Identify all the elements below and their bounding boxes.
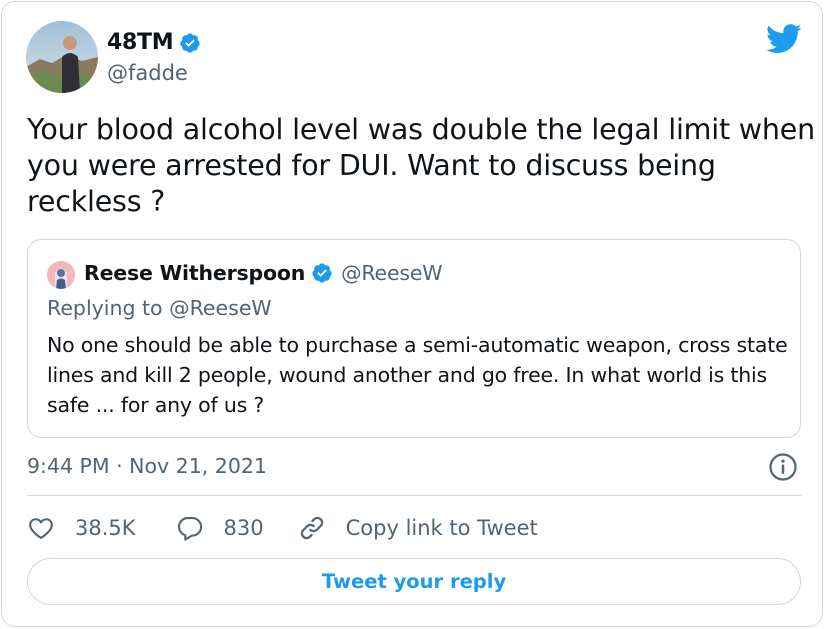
tweet-text: Your blood alcohol level was double the … — [27, 113, 815, 218]
verified-badge-icon — [180, 32, 200, 53]
quoted-author-name: Reese Witherspoon — [84, 261, 306, 285]
quoted-author-handle: @ReeseW — [341, 261, 443, 285]
twitter-bird-icon[interactable] — [766, 24, 802, 54]
verified-badge-icon — [312, 263, 332, 283]
author-name[interactable]: 48TM — [107, 30, 201, 55]
info-icon[interactable] — [768, 452, 798, 482]
author-name-text: 48TM — [107, 30, 174, 55]
quoted-tweet-text: No one should be able to purchase a semi… — [47, 333, 788, 417]
heart-icon — [29, 518, 53, 539]
avatar-photo — [26, 21, 98, 93]
tweet-your-reply-button[interactable]: Tweet your reply — [27, 558, 801, 605]
quoted-tweet[interactable]: Reese Witherspoon @ReeseW Replying to @R… — [27, 239, 801, 438]
like-count: 38.5K — [75, 516, 136, 540]
author-handle[interactable]: @fadde — [107, 61, 188, 85]
quoted-author-avatar[interactable] — [47, 261, 75, 289]
like-button[interactable]: 38.5K — [27, 514, 136, 542]
tweet-card: 48TM @fadde Your blood alcohol level was… — [1, 1, 823, 627]
link-icon — [300, 516, 323, 540]
tweet-timestamp[interactable]: 9:44 PM · Nov 21, 2021 — [27, 454, 267, 478]
copy-link-button[interactable]: Copy link to Tweet — [298, 514, 538, 542]
copy-link-label: Copy link to Tweet — [345, 516, 538, 540]
action-bar: 38.5K 830 Copy link to Tweet — [27, 512, 538, 544]
author-avatar[interactable] — [26, 21, 98, 93]
speech-bubble-icon — [177, 517, 202, 541]
reply-button[interactable]: 830 — [176, 514, 264, 542]
reply-count: 830 — [223, 516, 264, 540]
replying-to: Replying to @ReeseW — [47, 296, 272, 320]
quoted-avatar-photo — [47, 261, 75, 289]
quoted-author[interactable]: Reese Witherspoon @ReeseW — [84, 261, 443, 285]
divider — [27, 495, 801, 496]
